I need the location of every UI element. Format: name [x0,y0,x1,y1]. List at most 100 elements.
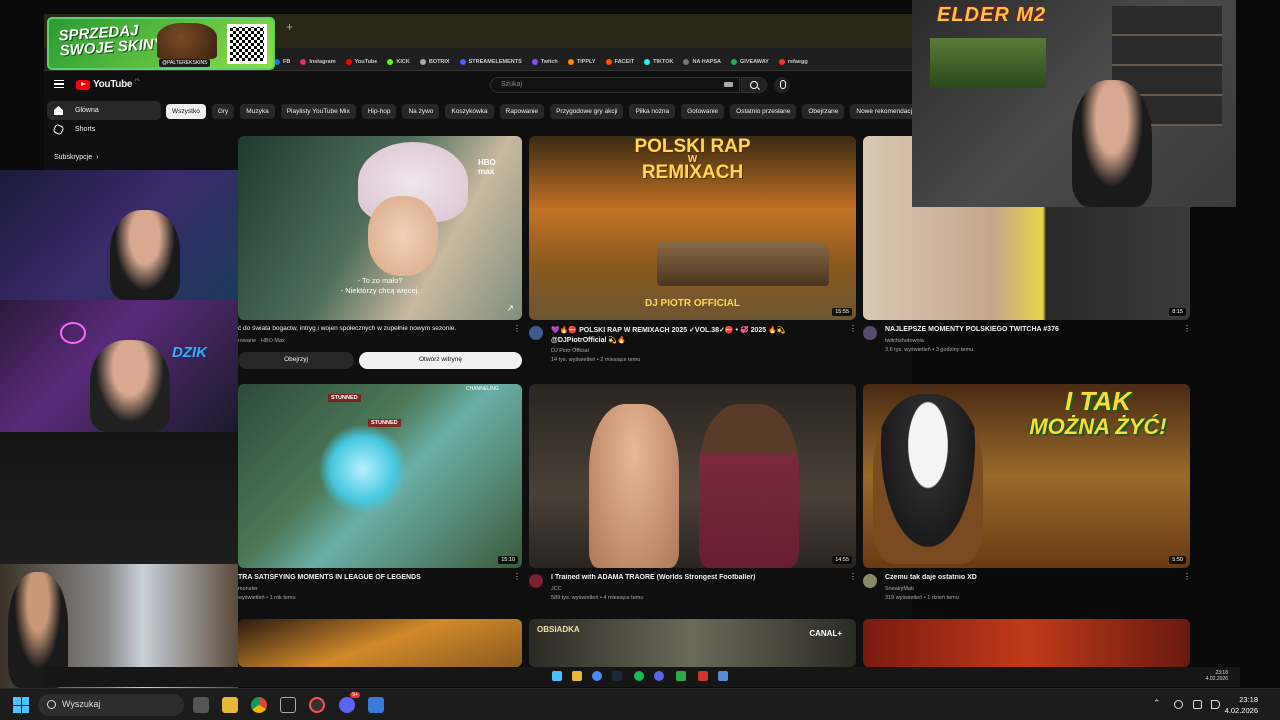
chip[interactable]: Nowe rekomendacje [850,104,922,119]
video-channel[interactable]: DJ Piotr Official [551,348,589,354]
video-title[interactable]: TRA SATISFYING MOMENTS IN LEAGUE OF LEGE… [238,574,503,581]
channel-avatar[interactable] [863,326,877,340]
microphone-icon[interactable] [1174,700,1183,709]
chip[interactable]: Na żywo [402,104,440,119]
bookmark[interactable]: refaegg [778,59,808,65]
video-title[interactable]: I Trained with ADAMA TRAORE (Worlds Stro… [551,574,841,581]
video-title[interactable]: NAJLEPSZE MOMENTY POLSKIEGO TWITCHA #376 [885,326,1175,333]
video-card[interactable]: STUNNED STUNNED CHANNELING 15:10 TRA SAT… [238,384,522,614]
photos-icon[interactable] [368,697,384,713]
search-button[interactable] [741,77,767,93]
network-icon[interactable] [1193,700,1202,709]
channel-avatar[interactable] [529,574,543,588]
bookmark[interactable]: TIKTOK [644,59,673,65]
bookmark[interactable]: KICK [387,59,410,65]
keyboard-icon[interactable] [724,82,733,87]
bookmark[interactable]: FB [274,59,290,65]
bookmark[interactable]: FACEIT [605,59,634,65]
more-options-icon[interactable]: ⋮ [1183,572,1191,581]
bookmark[interactable]: TIPPLY [567,59,596,65]
watch-button[interactable]: Obejrzyj [238,352,354,369]
discord-icon[interactable] [654,671,664,681]
more-options-icon[interactable]: ⋮ [1183,324,1191,333]
youtube-logo[interactable]: YouTube PL [76,77,140,90]
file-explorer-icon[interactable] [222,697,238,713]
channel-avatar[interactable] [863,574,877,588]
video-channel[interactable]: twitchshotownia [885,338,924,344]
bookmark[interactable]: Instagram [300,59,336,65]
discord-icon[interactable]: 9+ [339,692,360,713]
video-thumbnail[interactable]: OBSIADKA CANAL+ [529,619,856,667]
obs-icon[interactable] [309,697,325,713]
sidebar-item-shorts[interactable]: Shorts [44,120,164,139]
bookmark[interactable]: STREAMELEMENTS [459,59,522,65]
new-tab-button[interactable]: + [286,20,293,34]
chip[interactable]: Playlisty YouTube Mix [280,104,356,119]
chip[interactable]: Rapowanie [499,104,545,119]
more-options-icon[interactable]: ⋮ [849,324,857,333]
video-channel[interactable]: JCC [551,586,562,592]
channel-avatar[interactable] [529,326,543,340]
app-icon[interactable] [676,671,686,681]
video-thumbnail[interactable]: I TAK MOŻNA ŻYĆ! 5:50 [863,384,1190,568]
video-thumbnail[interactable]: 14:55 [529,384,856,568]
chip[interactable]: Gotowanie [681,104,725,119]
app-icon[interactable] [698,671,708,681]
steam-icon[interactable] [612,671,622,681]
video-thumbnail[interactable] [238,619,522,667]
windows-icon[interactable] [552,671,562,681]
chip[interactable]: Ostatnio przesłane [730,104,797,119]
video-thumbnail[interactable]: POLSKI RAP W REMIXACH DJ PIOTR OFFICIAL … [529,136,856,320]
task-view-icon[interactable] [193,697,209,713]
sidebar-item-home[interactable]: Główna [47,101,161,120]
chevron-up-icon[interactable]: ⌃ [1153,698,1161,709]
canal-plus-logo: CANAL+ [809,629,842,638]
video-channel[interactable]: monster [238,586,258,592]
chrome-icon[interactable] [251,697,267,713]
video-thumbnail[interactable]: STUNNED STUNNED CHANNELING 15:10 [238,384,522,568]
video-channel[interactable]: SneakyMati [885,586,914,592]
video-title[interactable]: ć do świata bogactw, intryg i wojen społ… [238,325,498,332]
search-input[interactable]: Szukaj [490,77,740,93]
chip[interactable]: Piłka nożna [629,104,676,119]
open-site-button[interactable]: Otwórz witrynę [359,352,522,369]
video-card[interactable]: I TAK MOŻNA ŻYĆ! 5:50 Czemu tak daje ost… [863,384,1191,614]
app-icon[interactable] [280,697,296,713]
taskbar-clock[interactable]: 23:18 4.02.2026 [1225,694,1258,716]
chip[interactable]: Wszystko [166,104,206,119]
bookmark[interactable]: NA HAPSA [683,59,721,65]
thumb-overlay-title: I TAK MOŻNA ŻYĆ! [1013,388,1183,440]
bookmark[interactable]: GIVEAWAY [731,59,769,65]
menu-icon[interactable] [54,80,64,88]
more-options-icon[interactable]: ⋮ [849,572,857,581]
folder-icon[interactable] [572,671,582,681]
video-title[interactable]: Czemu tak daje ostatnio XD [885,574,1175,581]
bookmark[interactable]: YouTube [345,59,377,65]
chip[interactable]: Hip-hop [361,104,397,119]
bookmark[interactable]: BOTRIX [419,59,450,65]
spotify-icon[interactable] [634,671,644,681]
chip[interactable]: Przygodowe gry akcji [550,104,624,119]
video-card[interactable]: 14:55 I Trained with ADAMA TRAORE (World… [529,384,857,614]
chip[interactable]: Obejrzane [802,104,845,119]
taskbar-search-input[interactable]: Wyszukaj [38,694,184,716]
volume-icon[interactable] [1211,700,1220,709]
chip[interactable]: Koszykówka [445,104,494,119]
chip[interactable]: Muzyka [240,104,275,119]
video-title-line-2[interactable]: @DJPiotrOfficial 💫🔥 [551,336,831,344]
video-thumbnail[interactable] [863,619,1190,667]
video-card[interactable]: POLSKI RAP W REMIXACH DJ PIOTR OFFICIAL … [529,136,857,366]
bookmark[interactable]: Twitch [531,59,558,65]
external-link-icon[interactable]: ↗ [506,303,514,314]
video-thumbnail[interactable]: HBO max - To zo mało? - Niektórzy chcą w… [238,136,522,320]
chrome-icon[interactable] [592,671,602,681]
app-icon[interactable] [718,671,728,681]
sidebar-subscriptions[interactable]: Subskrypcje › [44,154,164,161]
voice-search-button[interactable] [774,77,790,93]
video-card-ad[interactable]: HBO max - To zo mało? - Niektórzy chcą w… [238,136,522,372]
chip[interactable]: Gry [211,104,235,119]
more-options-icon[interactable]: ⋮ [513,572,521,581]
more-options-icon[interactable]: ⋮ [513,324,521,333]
windows-start-icon[interactable] [13,697,29,713]
video-title[interactable]: 💜🔥⛔ POLSKI RAP W REMIXACH 2025 ✓VOL.38✓⛔… [551,326,831,334]
